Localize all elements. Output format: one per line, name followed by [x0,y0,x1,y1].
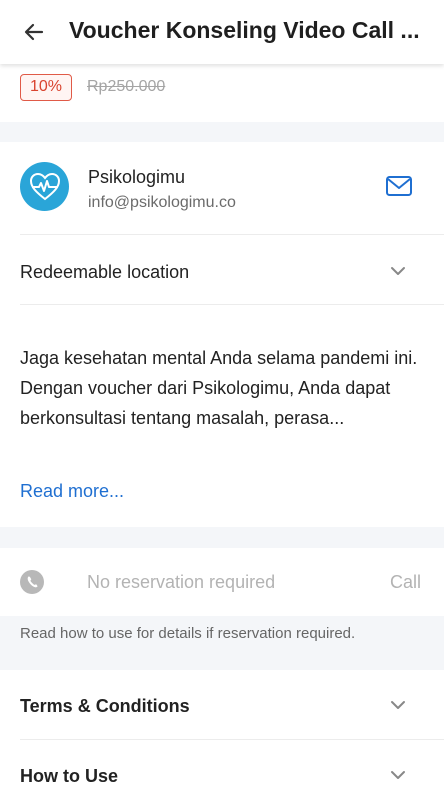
terms-conditions-label: Terms & Conditions [20,696,190,716]
call-button[interactable]: Call [390,572,421,593]
chevron-down-icon [391,701,405,709]
redeemable-location-label: Redeemable location [20,262,190,282]
section-gap [0,527,444,548]
reservation-status: No reservation required [87,572,276,592]
voucher-description: Jaga kesehatan mental Anda selama pandem… [20,348,418,428]
back-button[interactable] [20,18,48,46]
merchant-email: info@psikologimu.co [88,194,236,211]
merchant-avatar [20,162,69,211]
page-title: Voucher Konseling Video Call ... [69,17,420,43]
terms-conditions-row[interactable]: Terms & Conditions [0,670,444,738]
reservation-note: Read how to use for details if reservati… [20,625,356,642]
redeemable-location-row[interactable]: Redeemable location [0,236,444,304]
mail-icon [386,176,412,196]
section-gap [0,652,444,670]
section-gap [0,122,444,142]
divider [20,304,444,305]
heartbeat-icon [29,172,60,200]
app-header: Voucher Konseling Video Call ... [0,0,444,64]
merchant-name: Psikologimu [88,167,186,187]
original-price: Rp250.000 [87,78,166,95]
price-row: 10% Rp250.000 [0,64,444,122]
how-to-use-label: How to Use [20,766,119,786]
chevron-down-icon [391,771,405,779]
chevron-down-icon [391,267,405,275]
how-to-use-row[interactable]: How to Use [0,740,444,806]
read-more-link[interactable]: Read more... [20,481,124,502]
discount-badge: 10% [20,74,73,101]
phone-icon [20,570,44,594]
back-arrow-icon [24,23,44,41]
divider [20,234,444,235]
email-button[interactable] [385,174,413,198]
